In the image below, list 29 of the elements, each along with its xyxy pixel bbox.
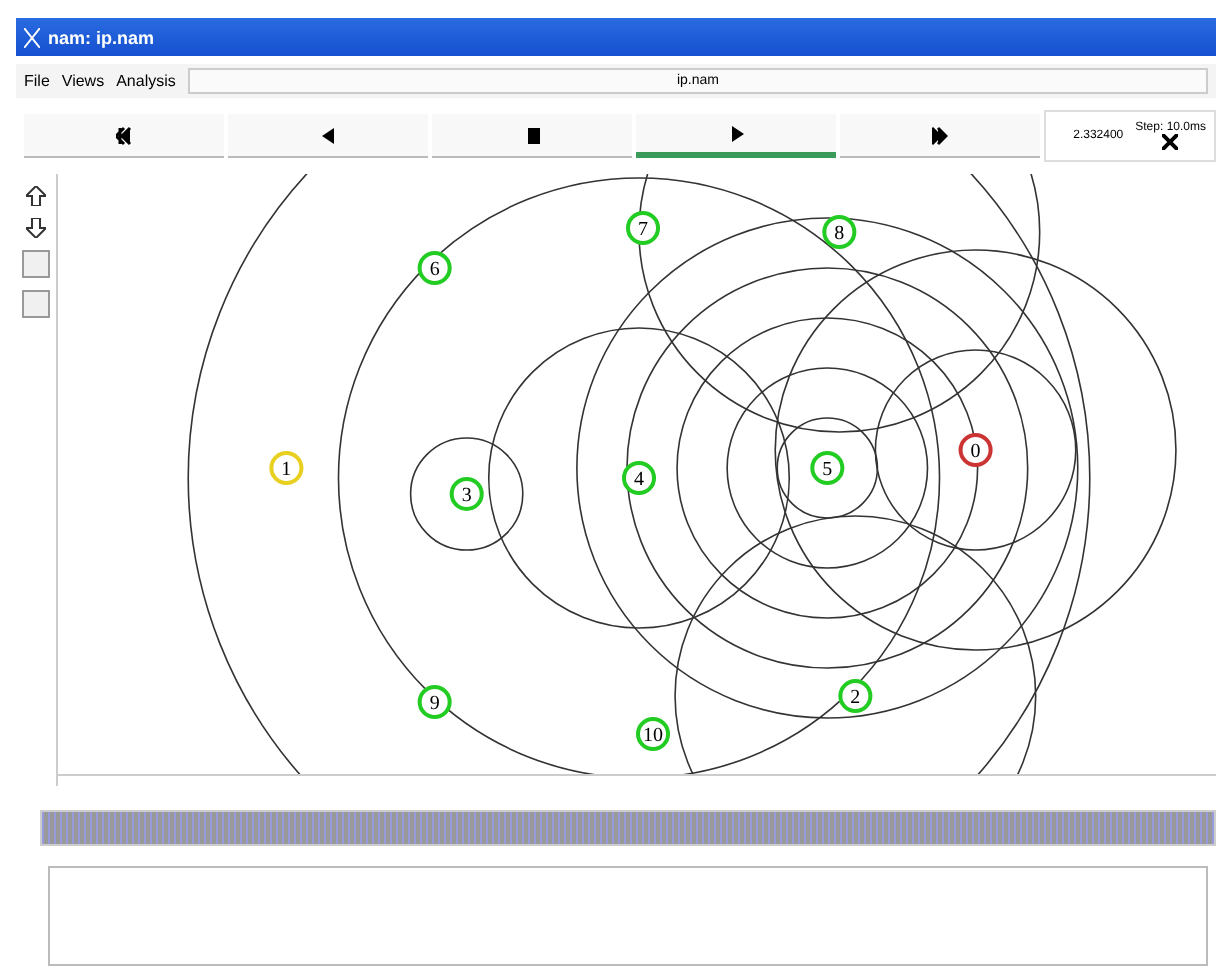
network-node[interactable]: 5 <box>810 451 845 485</box>
x-logo-icon <box>24 27 40 47</box>
forward-button[interactable] <box>840 114 1040 158</box>
network-node[interactable]: 0 <box>958 433 993 467</box>
window-title: nam: ip.nam <box>48 27 155 47</box>
stop-button[interactable] <box>432 114 632 158</box>
network-node[interactable]: 2 <box>838 679 873 713</box>
menu-item[interactable]: Analysis <box>116 72 176 90</box>
network-node[interactable]: 4 <box>622 461 657 495</box>
network-node[interactable]: 3 <box>449 477 484 511</box>
rewind-button[interactable] <box>24 114 224 158</box>
network-node[interactable]: 10 <box>636 717 671 751</box>
tool-button[interactable] <box>22 250 50 278</box>
zoom-out-icon[interactable] <box>26 218 46 238</box>
network-node[interactable]: 8 <box>822 215 857 249</box>
network-node[interactable]: 6 <box>417 251 452 285</box>
menu-item[interactable]: File <box>24 72 50 90</box>
network-node[interactable]: 1 <box>269 451 304 485</box>
zoom-in-icon[interactable] <box>26 186 46 206</box>
play-icon <box>728 123 744 143</box>
forward-icon <box>932 125 948 145</box>
step-slider-icon[interactable] <box>1162 134 1179 150</box>
tool-button[interactable] <box>22 290 50 318</box>
back-icon <box>320 125 336 145</box>
stop-icon <box>524 125 540 145</box>
network-node[interactable]: 9 <box>417 685 452 719</box>
menu-item[interactable]: Views <box>61 72 105 90</box>
network-node[interactable]: 7 <box>626 211 661 245</box>
rewind-icon <box>116 125 132 145</box>
